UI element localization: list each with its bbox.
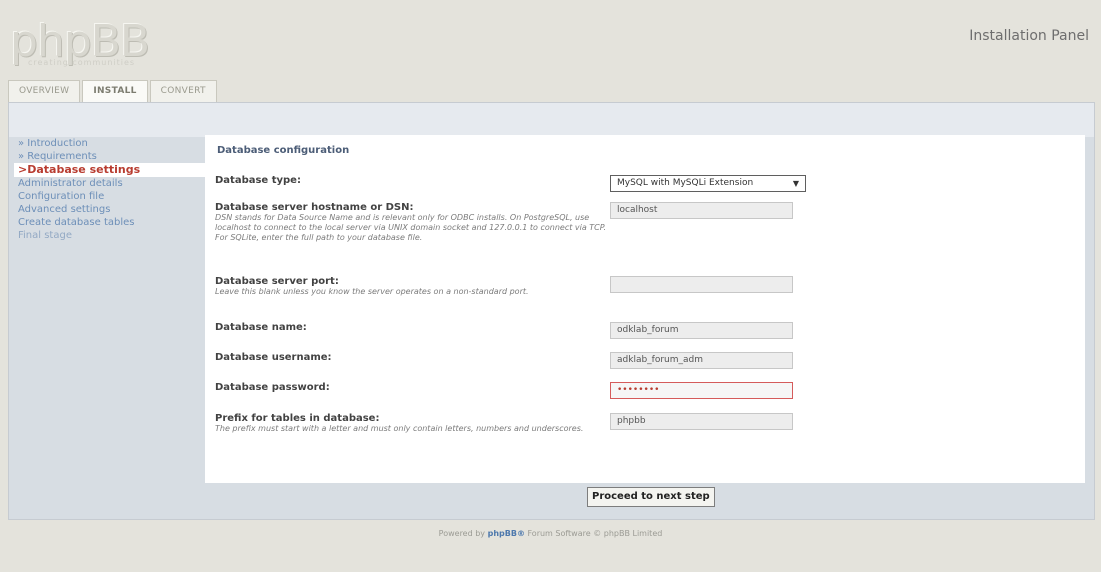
install-steps-sidebar: » Introduction » Requirements >Database … (14, 137, 209, 242)
sidebar-item-advanced-settings: Advanced settings (18, 204, 111, 215)
db-user-label: Database username: (215, 352, 332, 363)
dropdown-arrow-icon: ▼ (792, 179, 799, 188)
sidebar-item-administrator-details: Administrator details (18, 178, 123, 189)
footer: Powered by phpBB® Forum Software © phpBB… (0, 529, 1101, 538)
database-config-form: Database configuration Database type: My… (205, 135, 1085, 483)
sidebar-item-create-database-tables: Create database tables (18, 217, 135, 228)
sidebar-item-requirements[interactable]: » Requirements (14, 150, 204, 163)
panel-title: Installation Panel (969, 28, 1089, 44)
db-host-label: Database server hostname or DSN: DSN sta… (215, 202, 610, 243)
proceed-button[interactable]: Proceed to next step (587, 487, 715, 507)
db-port-explain: Leave this blank unless you know the ser… (215, 287, 529, 296)
sidebar-item-database-settings[interactable]: >Database settings (14, 163, 209, 177)
sidebar-item-introduction[interactable]: » Introduction (14, 137, 204, 150)
db-port-input[interactable] (610, 276, 793, 293)
footer-suffix: Forum Software © phpBB Limited (524, 529, 663, 538)
db-host-explain: DSN stands for Data Source Name and is r… (215, 213, 607, 242)
db-password-label: Database password: (215, 382, 330, 393)
prefix-explain: The prefix must start with a letter and … (215, 424, 584, 433)
db-type-label: Database type: (215, 175, 301, 186)
logo-tagline: creating communities (28, 58, 136, 67)
prefix-label: Prefix for tables in database: The prefi… (215, 413, 610, 434)
prefix-input[interactable]: phpbb (610, 413, 793, 430)
section-title: Database configuration (217, 145, 350, 156)
db-type-select[interactable]: MySQL with MySQLi Extension ▼ (610, 175, 806, 192)
tab-overview[interactable]: OVERVIEW (8, 80, 81, 102)
tab-install[interactable]: INSTALL (82, 80, 148, 103)
db-user-input[interactable]: adklab_forum_adm (610, 352, 793, 369)
main-tabs: OVERVIEW INSTALL CONVERT (8, 80, 219, 103)
panel-header-band (9, 103, 1094, 137)
footer-prefix: Powered by (438, 529, 488, 538)
db-type-selected-value: MySQL with MySQLi Extension (617, 178, 754, 188)
db-host-label-text: Database server hostname or DSN: (215, 202, 414, 213)
db-port-label-text: Database server port: (215, 276, 339, 287)
tab-convert[interactable]: CONVERT (149, 80, 217, 102)
prefix-label-text: Prefix for tables in database: (215, 413, 380, 424)
db-name-label: Database name: (215, 322, 307, 333)
db-password-input[interactable]: •••••••• (610, 382, 793, 399)
sidebar-item-final-stage: Final stage (18, 230, 72, 241)
db-host-input[interactable]: localhost (610, 202, 793, 219)
sidebar-item-configuration-file: Configuration file (18, 191, 105, 202)
db-name-input[interactable]: odklab_forum (610, 322, 793, 339)
db-port-label: Database server port: Leave this blank u… (215, 276, 610, 297)
footer-phpbb-link[interactable]: phpBB® (488, 529, 525, 538)
